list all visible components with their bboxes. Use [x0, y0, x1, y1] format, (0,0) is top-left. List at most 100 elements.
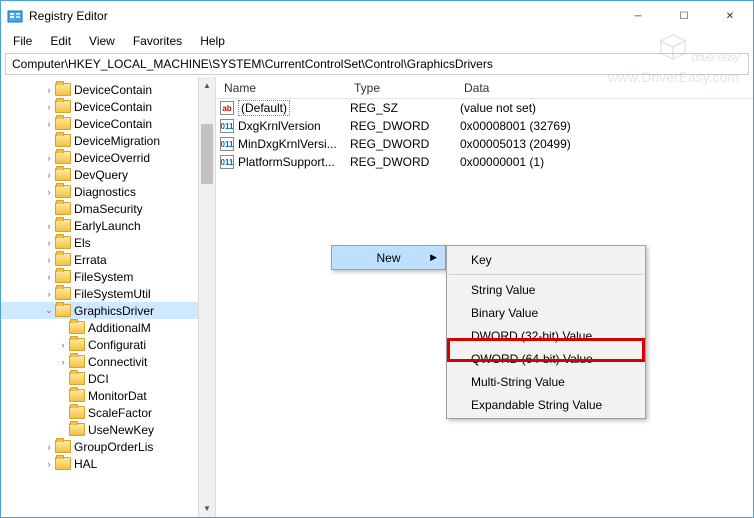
tree-item[interactable]: MonitorDat [1, 387, 215, 404]
tree-item-label: Errata [74, 253, 107, 267]
scroll-down-button[interactable]: ▼ [199, 500, 215, 517]
folder-icon [55, 151, 71, 164]
expand-chevron-icon[interactable]: › [43, 221, 55, 231]
value-row[interactable]: ab(Default)REG_SZ(value not set) [216, 99, 753, 117]
tree-panel[interactable]: ›DeviceContain›DeviceContain›DeviceConta… [1, 77, 216, 517]
ctx-item[interactable]: Multi-String Value [447, 370, 645, 393]
ctx-item[interactable]: QWORD (64-bit) Value [447, 347, 645, 370]
context-menu-primary: New ▶ [331, 245, 446, 270]
ctx-item[interactable]: String Value [447, 278, 645, 301]
expand-chevron-icon[interactable]: › [43, 102, 55, 112]
expand-chevron-icon[interactable]: › [57, 340, 69, 350]
expand-chevron-icon[interactable]: › [43, 170, 55, 180]
expand-chevron-icon[interactable]: › [43, 272, 55, 282]
expand-chevron-icon[interactable]: › [43, 119, 55, 129]
tree-scrollbar[interactable]: ▲ ▼ [198, 77, 215, 517]
value-data: 0x00000001 (1) [456, 155, 753, 169]
ctx-item[interactable]: Expandable String Value [447, 393, 645, 416]
menu-file[interactable]: File [5, 32, 40, 50]
expand-chevron-icon[interactable]: ⌄ [43, 305, 55, 316]
tree-item[interactable]: › GroupOrderLis [1, 438, 215, 455]
address-path: Computer\HKEY_LOCAL_MACHINE\SYSTEM\Curre… [12, 57, 493, 71]
folder-icon [55, 304, 71, 317]
ctx-item[interactable]: Key [447, 248, 645, 271]
tree-item[interactable]: ›DeviceOverrid [1, 149, 215, 166]
tree-item[interactable]: DeviceMigration [1, 132, 215, 149]
col-header-name[interactable]: Name [216, 81, 346, 95]
expand-chevron-icon[interactable]: › [43, 255, 55, 265]
ctx-new-label: New [376, 251, 400, 265]
tree-item[interactable]: ScaleFactor [1, 404, 215, 421]
tree-item-label: GroupOrderLis [74, 440, 153, 454]
expand-chevron-icon[interactable]: › [43, 442, 55, 452]
tree-item[interactable]: ›Connectivit [1, 353, 215, 370]
ctx-separator [449, 274, 643, 275]
tree-item[interactable]: › DeviceContain [1, 81, 215, 98]
value-row[interactable]: 011DxgKrnlVersionREG_DWORD0x00008001 (32… [216, 117, 753, 135]
tree-item-label: DeviceContain [74, 83, 152, 97]
ctx-item-label: Expandable String Value [471, 398, 602, 412]
string-value-icon: ab [220, 101, 234, 115]
menu-help[interactable]: Help [192, 32, 233, 50]
tree-item[interactable]: ›Els [1, 234, 215, 251]
tree-item[interactable]: ⌄GraphicsDriver [1, 302, 215, 319]
tree-item-label: FileSystem [74, 270, 133, 284]
col-header-type[interactable]: Type [346, 81, 456, 95]
expand-chevron-icon[interactable]: › [43, 85, 55, 95]
tree-item[interactable]: ›HAL [1, 455, 215, 472]
tree-item[interactable]: ›DeviceContain [1, 115, 215, 132]
value-name: MinDxgKrnlVersi... [238, 137, 337, 151]
menu-view[interactable]: View [81, 32, 123, 50]
menu-edit[interactable]: Edit [42, 32, 79, 50]
value-name: PlatformSupport... [238, 155, 335, 169]
expand-chevron-icon[interactable]: › [43, 187, 55, 197]
value-data: 0x00005013 (20499) [456, 137, 753, 151]
ctx-item-label: QWORD (64-bit) Value [471, 352, 593, 366]
menu-favorites[interactable]: Favorites [125, 32, 190, 50]
tree-item-label: AdditionalM [88, 321, 151, 335]
context-menu-new-submenu: Key String ValueBinary ValueDWORD (32-bit… [446, 245, 646, 419]
tree-item[interactable]: AdditionalM [1, 319, 215, 336]
maximize-button[interactable]: ☐ [661, 1, 707, 31]
scroll-up-button[interactable]: ▲ [199, 77, 215, 94]
close-button[interactable]: ✕ [707, 1, 753, 31]
col-header-data[interactable]: Data [456, 81, 753, 95]
tree-item[interactable]: DCI [1, 370, 215, 387]
folder-icon [69, 389, 85, 402]
ctx-item[interactable]: Binary Value [447, 301, 645, 324]
expand-chevron-icon[interactable]: › [57, 357, 69, 367]
regedit-icon [7, 8, 23, 24]
tree-item[interactable]: › Configurati [1, 336, 215, 353]
folder-icon [69, 338, 85, 351]
ctx-item[interactable]: DWORD (32-bit) Value [447, 324, 645, 347]
tree-item[interactable]: ›FileSystemUtil [1, 285, 215, 302]
address-bar[interactable]: Computer\HKEY_LOCAL_MACHINE\SYSTEM\Curre… [5, 53, 749, 75]
tree-item-label: Configurati [88, 338, 146, 352]
tree-item[interactable]: › Errata [1, 251, 215, 268]
tree-item[interactable]: DmaSecurity [1, 200, 215, 217]
tree-item[interactable]: › FileSystem [1, 268, 215, 285]
scroll-track[interactable] [199, 94, 215, 500]
tree-item[interactable]: › DeviceContain [1, 98, 215, 115]
menubar: FileEditViewFavoritesHelp [1, 31, 753, 51]
folder-icon [55, 117, 71, 130]
tree-item[interactable]: ›Diagnostics [1, 183, 215, 200]
list-header[interactable]: Name Type Data [216, 77, 753, 99]
tree-item-label: DeviceContain [74, 100, 152, 114]
expand-chevron-icon[interactable]: › [43, 238, 55, 248]
ctx-new-item[interactable]: New ▶ [332, 246, 445, 269]
minimize-button[interactable]: ─ [615, 1, 661, 31]
tree-item[interactable]: ›EarlyLaunch [1, 217, 215, 234]
expand-chevron-icon[interactable]: › [43, 153, 55, 163]
scroll-thumb[interactable] [201, 124, 213, 184]
value-row[interactable]: 011PlatformSupport...REG_DWORD0x00000001… [216, 153, 753, 171]
value-row[interactable]: 011MinDxgKrnlVersi...REG_DWORD0x00005013… [216, 135, 753, 153]
ctx-item-label: Key [471, 253, 492, 267]
tree-item-label: MonitorDat [88, 389, 147, 403]
folder-icon [69, 423, 85, 436]
expand-chevron-icon[interactable]: › [43, 459, 55, 469]
expand-chevron-icon[interactable]: › [43, 289, 55, 299]
tree-item[interactable]: ›DevQuery [1, 166, 215, 183]
folder-icon [55, 100, 71, 113]
tree-item[interactable]: UseNewKey [1, 421, 215, 438]
